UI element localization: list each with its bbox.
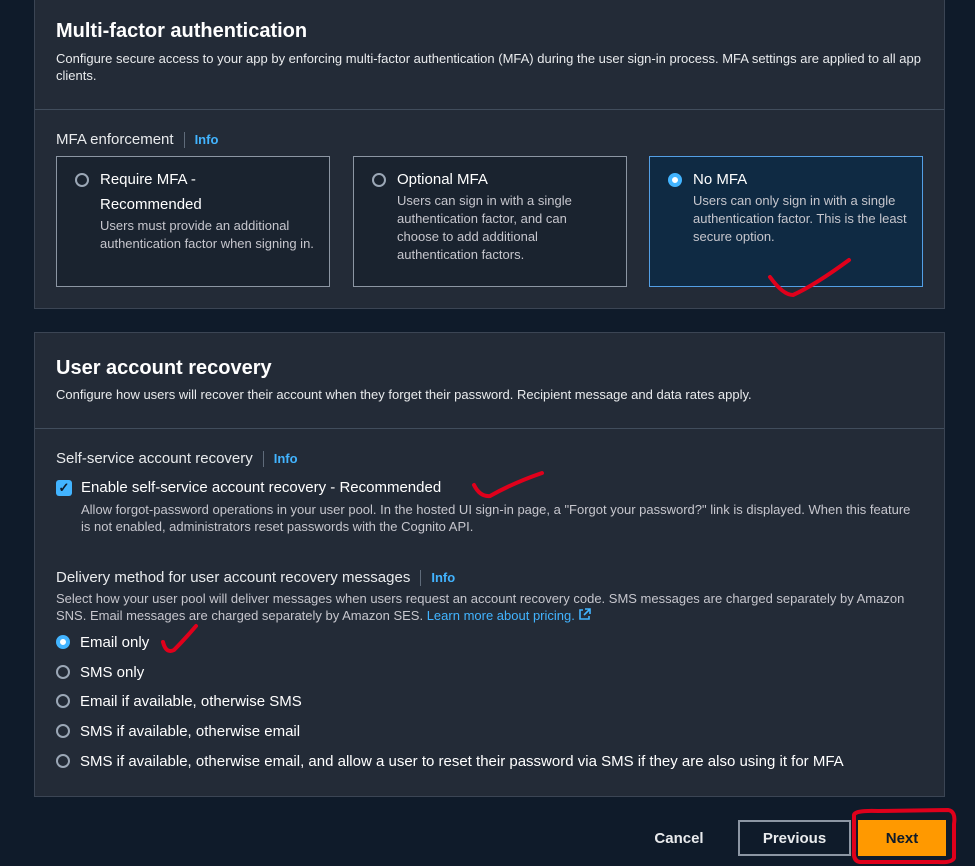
tile-title: Require MFA - Recommended (100, 171, 202, 213)
recovery-description: Configure how users will recover their a… (56, 387, 752, 402)
tile-description: Users must provide an additional authent… (100, 218, 314, 251)
tile-title: Optional MFA (397, 171, 488, 188)
delivery-option-sms-else-email[interactable]: SMS if available, otherwise email (56, 721, 300, 741)
mfa-enforcement-label-row: MFA enforcement Info (56, 131, 218, 148)
delivery-description: Select how your user pool will deliver m… (56, 590, 916, 624)
delivery-option-email-only[interactable]: Email only (56, 632, 149, 652)
cancel-button[interactable]: Cancel (640, 820, 718, 856)
delivery-label: Delivery method for user account recover… (56, 569, 411, 586)
mfa-enforcement-label: MFA enforcement (56, 131, 174, 148)
self-service-info-link[interactable]: Info (274, 451, 298, 466)
next-button[interactable]: Next (858, 820, 946, 856)
option-label: SMS only (80, 663, 145, 681)
divider (183, 131, 185, 148)
wizard-step-page: Multi-factor authentication Configure se… (0, 0, 975, 866)
mfa-description: Configure secure access to your app by e… (56, 51, 921, 83)
enable-recovery-description: Allow forgot-password operations in your… (81, 502, 911, 534)
option-label: Email if available, otherwise SMS (80, 692, 302, 710)
mfa-panel-header: Multi-factor authentication Configure se… (35, 0, 944, 110)
previous-button[interactable]: Previous (738, 820, 851, 856)
option-label: Email only (80, 633, 150, 651)
enable-recovery-checkbox[interactable]: ✓ (56, 480, 72, 496)
radio-optional-mfa[interactable] (372, 173, 386, 187)
tile-description: Users can sign in with a single authenti… (397, 193, 572, 262)
tile-description: Users can only sign in with a single aut… (693, 193, 907, 244)
self-service-label-row: Self-service account recovery Info (56, 450, 298, 467)
delivery-info-link[interactable]: Info (431, 570, 455, 585)
mfa-option-require[interactable]: Require MFA - Recommended Users must pro… (56, 156, 330, 287)
external-link-icon[interactable] (578, 608, 592, 620)
mfa-info-link[interactable]: Info (195, 132, 219, 147)
mfa-panel: Multi-factor authentication Configure se… (34, 0, 945, 309)
option-label: SMS if available, otherwise email, and a… (80, 752, 844, 770)
radio-button[interactable] (56, 754, 70, 768)
delivery-option-email-else-sms[interactable]: Email if available, otherwise SMS (56, 691, 302, 711)
divider (420, 569, 422, 586)
mfa-option-none[interactable]: No MFA Users can only sign in with a sin… (649, 156, 923, 287)
radio-no-mfa[interactable] (668, 173, 682, 187)
delivery-option-sms-only[interactable]: SMS only (56, 662, 144, 682)
option-label: SMS if available, otherwise email (80, 722, 301, 740)
recovery-panel-header: User account recovery Configure how user… (35, 333, 944, 429)
divider (262, 450, 264, 467)
radio-button[interactable] (56, 665, 70, 679)
tile-title: No MFA (693, 171, 748, 188)
mfa-option-optional[interactable]: Optional MFA Users can sign in with a si… (353, 156, 627, 287)
delivery-option-sms-else-email-mfa[interactable]: SMS if available, otherwise email, and a… (56, 751, 844, 771)
radio-button[interactable] (56, 635, 70, 649)
recovery-title: User account recovery (56, 357, 272, 379)
pricing-link[interactable]: Learn more about pricing. (427, 608, 575, 623)
delivery-label-row: Delivery method for user account recover… (56, 569, 455, 586)
mfa-title: Multi-factor authentication (56, 20, 308, 42)
radio-require-mfa[interactable] (75, 173, 89, 187)
enable-recovery-label[interactable]: Enable self-service account recovery - R… (81, 479, 441, 496)
radio-button[interactable] (56, 724, 70, 738)
self-service-label: Self-service account recovery (56, 450, 253, 467)
radio-button[interactable] (56, 694, 70, 708)
